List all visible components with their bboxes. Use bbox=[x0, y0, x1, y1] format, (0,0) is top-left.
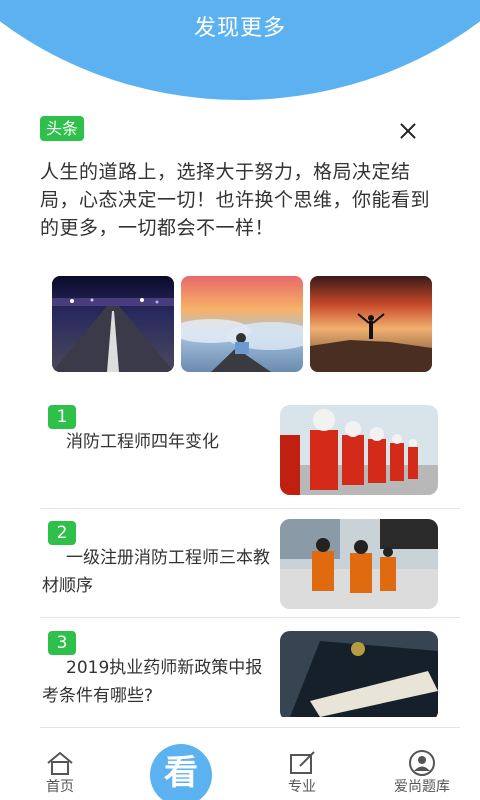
nav-look-button[interactable]: 看 bbox=[150, 744, 212, 800]
article-number-badge: 1 bbox=[48, 405, 76, 429]
bottom-nav: 首页 专业 爱尚题库 bbox=[0, 740, 480, 800]
night-road-photo[interactable] bbox=[52, 276, 174, 372]
headline-text[interactable]: 人生的道路上，选择大于努力，格局决定结局，心态决定一切！也许换个思维，你能看到的… bbox=[40, 158, 435, 242]
firefighters-parade-photo[interactable] bbox=[280, 405, 438, 495]
divider bbox=[40, 727, 460, 728]
nav-home[interactable]: 首页 bbox=[20, 740, 100, 800]
article-number-badge: 3 bbox=[48, 631, 76, 655]
nav-major[interactable]: 专业 bbox=[262, 740, 342, 800]
article-number-badge: 2 bbox=[48, 521, 76, 545]
page-title: 发现更多 bbox=[193, 16, 286, 41]
user-icon bbox=[409, 750, 435, 776]
pharmacist-certificate-photo[interactable] bbox=[280, 631, 438, 721]
headline-tag: 头条 bbox=[40, 116, 85, 141]
close-icon[interactable] bbox=[396, 120, 420, 144]
edit-icon bbox=[290, 751, 315, 774]
nav-question-bank[interactable]: 爱尚题库 bbox=[382, 740, 462, 800]
article-title[interactable]: 2019执业药师新政策中报考条件有哪些? bbox=[42, 654, 278, 710]
nav-home-label: 首页 bbox=[46, 779, 74, 795]
article-title[interactable]: 消防工程师四年变化 bbox=[42, 428, 278, 456]
mountain-sunset-photo[interactable] bbox=[310, 276, 432, 372]
article-title[interactable]: 一级注册消防工程师三本教材顺序 bbox=[42, 544, 278, 600]
home-icon bbox=[47, 751, 73, 775]
divider bbox=[40, 617, 460, 618]
nav-question-bank-label: 爱尚题库 bbox=[394, 779, 450, 795]
firefighters-training-photo[interactable] bbox=[280, 519, 438, 609]
nav-major-label: 专业 bbox=[288, 779, 316, 795]
sea-of-clouds-photo[interactable] bbox=[181, 276, 303, 372]
divider bbox=[40, 508, 460, 509]
